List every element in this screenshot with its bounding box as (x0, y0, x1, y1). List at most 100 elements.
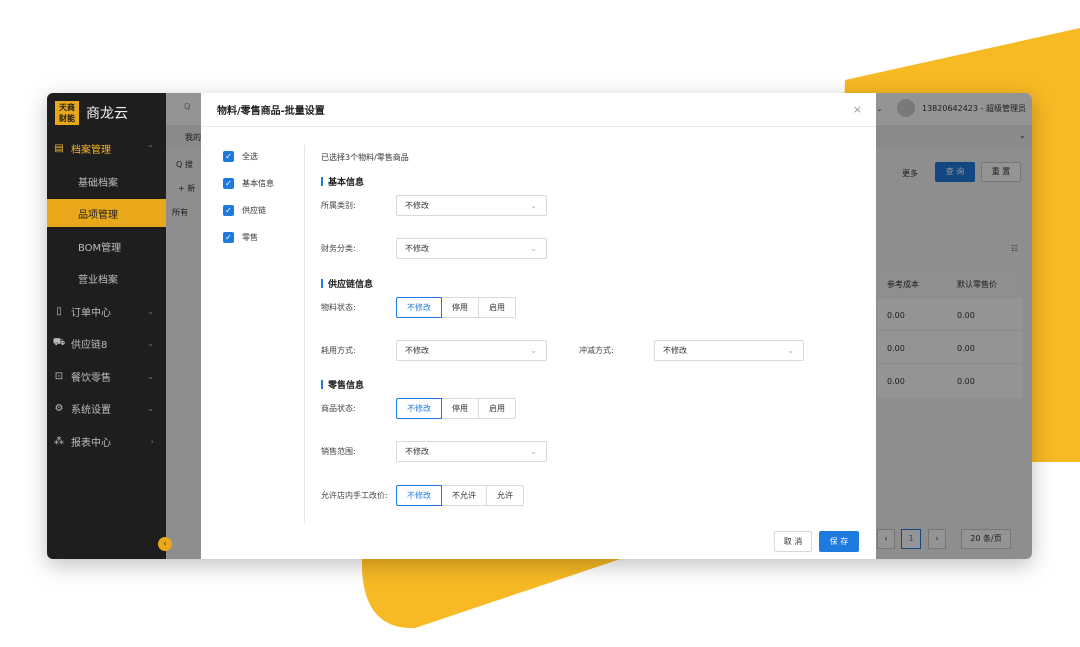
batch-settings-modal: 物料/零售商品-批量设置 × ✓ 全选 ✓ 基本信息 ✓ 供应链 ✓ 零售 已选… (201, 93, 876, 559)
section-title: 基本信息 (328, 178, 365, 188)
manual-price-toggle: 不修改 不允许 允许 (396, 485, 524, 506)
chevron-down-icon: ⌄ (530, 201, 537, 210)
chevron-right-icon: › (150, 436, 154, 446)
option-no-change[interactable]: 不修改 (396, 297, 442, 318)
sidebar-item-label: 品项管理 (78, 209, 118, 221)
chevron-down-icon: ⌄ (530, 447, 537, 456)
chevron-down-icon: ⌄ (147, 338, 154, 348)
option-disable[interactable]: 停用 (441, 398, 479, 419)
archive-icon: ▤ (54, 142, 64, 154)
modal-divider (304, 145, 305, 523)
sidebar-item-label: 订单中心 (71, 307, 111, 319)
section-marker (321, 380, 323, 389)
product-status-toggle: 不修改 停用 启用 (396, 398, 516, 419)
section-retail-info: 零售信息 (321, 378, 364, 391)
checkbox-basic-info[interactable]: ✓ 基本信息 (223, 178, 274, 189)
sidebar-item-label: 餐饮零售 (71, 372, 111, 384)
sidebar-item-bom[interactable]: BOM管理 (47, 232, 166, 260)
chevron-down-icon: ⌄ (530, 346, 537, 355)
checkbox-supply-chain[interactable]: ✓ 供应链 (223, 205, 266, 216)
checkbox-label: 全选 (242, 152, 258, 161)
section-marker (321, 177, 323, 186)
select-value: 不修改 (405, 447, 429, 456)
option-disable[interactable]: 停用 (441, 297, 479, 318)
report-icon: ⁂ (54, 435, 64, 447)
option-enable[interactable]: 启用 (478, 398, 516, 419)
material-status-label: 物料状态: (321, 303, 356, 312)
section-marker (321, 279, 323, 288)
option-enable[interactable]: 启用 (478, 297, 516, 318)
close-icon[interactable]: × (853, 103, 862, 116)
select-value: 不修改 (405, 346, 429, 355)
sidebar-item-supply-chain[interactable]: ⛟ 供应链8 ⌄ (47, 329, 166, 357)
sidebar-item-label: 营业档案 (78, 274, 118, 286)
writeoff-select[interactable]: 不修改 ⌄ (654, 340, 804, 361)
sidebar-item-reports[interactable]: ⁂ 报表中心 › (47, 427, 166, 455)
sidebar-item-label: 报表中心 (71, 437, 111, 449)
sidebar-item-label: 档案管理 (71, 144, 111, 156)
modal-header: 物料/零售商品-批量设置 × (201, 93, 876, 127)
brand-logo: 天商 财能 (55, 101, 79, 125)
modal-title: 物料/零售商品-批量设置 (217, 106, 325, 117)
option-no-change[interactable]: 不修改 (396, 398, 442, 419)
sidebar-item-label: BOM管理 (78, 242, 122, 254)
category-label: 所属类别: (321, 201, 356, 210)
sidebar: 天商 财能 商龙云 ▤ 档案管理 ⌃ 基础档案 品项管理 BOM管理 营业档案 ▯ (47, 93, 166, 559)
gear-icon: ⚙ (54, 402, 64, 414)
sidebar-item-orders[interactable]: ▯ 订单中心 ⌄ (47, 297, 166, 325)
consume-label: 耗用方式: (321, 346, 356, 355)
section-title: 供应链信息 (328, 280, 374, 290)
cart-icon: ⊡ (54, 370, 64, 382)
sidebar-item-label: 基础档案 (78, 177, 118, 189)
save-button[interactable]: 保 存 (819, 531, 859, 552)
select-value: 不修改 (663, 346, 687, 355)
truck-icon: ⛟ (52, 336, 66, 348)
option-disallow[interactable]: 不允许 (441, 485, 487, 506)
sidebar-item-business-archive[interactable]: 营业档案 (47, 264, 166, 292)
section-title: 零售信息 (328, 381, 365, 391)
sales-scope-select[interactable]: 不修改 ⌄ (396, 441, 547, 462)
sales-scope-label: 销售范围: (321, 447, 356, 456)
chevron-down-icon: ⌄ (147, 371, 154, 381)
sidebar-item-label: 供应链8 (71, 339, 108, 351)
finance-label: 财务分类: (321, 244, 356, 253)
sidebar-item-settings[interactable]: ⚙ 系统设置 ⌄ (47, 394, 166, 422)
checkbox-select-all[interactable]: ✓ 全选 (223, 151, 258, 162)
sidebar-item-archive[interactable]: ▤ 档案管理 ⌃ (47, 134, 166, 162)
consume-select[interactable]: 不修改 ⌄ (396, 340, 547, 361)
selected-count-note: 已选择3个物料/零售商品 (321, 153, 409, 162)
chevron-down-icon: ⌄ (787, 346, 794, 355)
brand-name: 商龙云 (86, 106, 128, 122)
chevron-down-icon: ⌄ (147, 306, 154, 316)
brand: 天商 财能 商龙云 (55, 101, 128, 125)
order-icon: ▯ (56, 305, 62, 317)
stage: 天商 财能 商龙云 ▤ 档案管理 ⌃ 基础档案 品项管理 BOM管理 营业档案 ▯ (0, 0, 1080, 647)
sidebar-item-retail[interactable]: ⊡ 餐饮零售 ⌄ (47, 362, 166, 390)
collapse-sidebar-button[interactable]: ‹ (158, 537, 172, 551)
writeoff-label: 冲减方式: (579, 346, 614, 355)
select-value: 不修改 (405, 201, 429, 210)
sidebar-item-basic-archive[interactable]: 基础档案 (47, 167, 166, 195)
category-select[interactable]: 不修改 ⌄ (396, 195, 547, 216)
finance-select[interactable]: 不修改 ⌄ (396, 238, 547, 259)
cancel-button[interactable]: 取 消 (774, 531, 812, 552)
checkbox-retail[interactable]: ✓ 零售 (223, 232, 258, 243)
checkbox-checked-icon[interactable]: ✓ (223, 178, 234, 189)
option-allow[interactable]: 允许 (486, 485, 524, 506)
chevron-down-icon: ⌄ (530, 244, 537, 253)
checkbox-label: 供应链 (242, 206, 266, 215)
checkbox-checked-icon[interactable]: ✓ (223, 205, 234, 216)
section-supply-info: 供应链信息 (321, 277, 373, 290)
manual-price-label: 允许店内手工改价: (321, 491, 388, 500)
sidebar-item-product-management[interactable]: 品项管理 (47, 199, 166, 227)
checkbox-checked-icon[interactable]: ✓ (223, 151, 234, 162)
material-status-toggle: 不修改 停用 启用 (396, 297, 516, 318)
checkbox-checked-icon[interactable]: ✓ (223, 232, 234, 243)
section-basic-info: 基本信息 (321, 175, 364, 188)
chevron-up-icon: ⌃ (147, 143, 154, 153)
sidebar-item-label: 系统设置 (71, 404, 111, 416)
select-value: 不修改 (405, 244, 429, 253)
product-status-label: 商品状态: (321, 404, 356, 413)
option-no-change[interactable]: 不修改 (396, 485, 442, 506)
chevron-down-icon: ⌄ (147, 403, 154, 413)
